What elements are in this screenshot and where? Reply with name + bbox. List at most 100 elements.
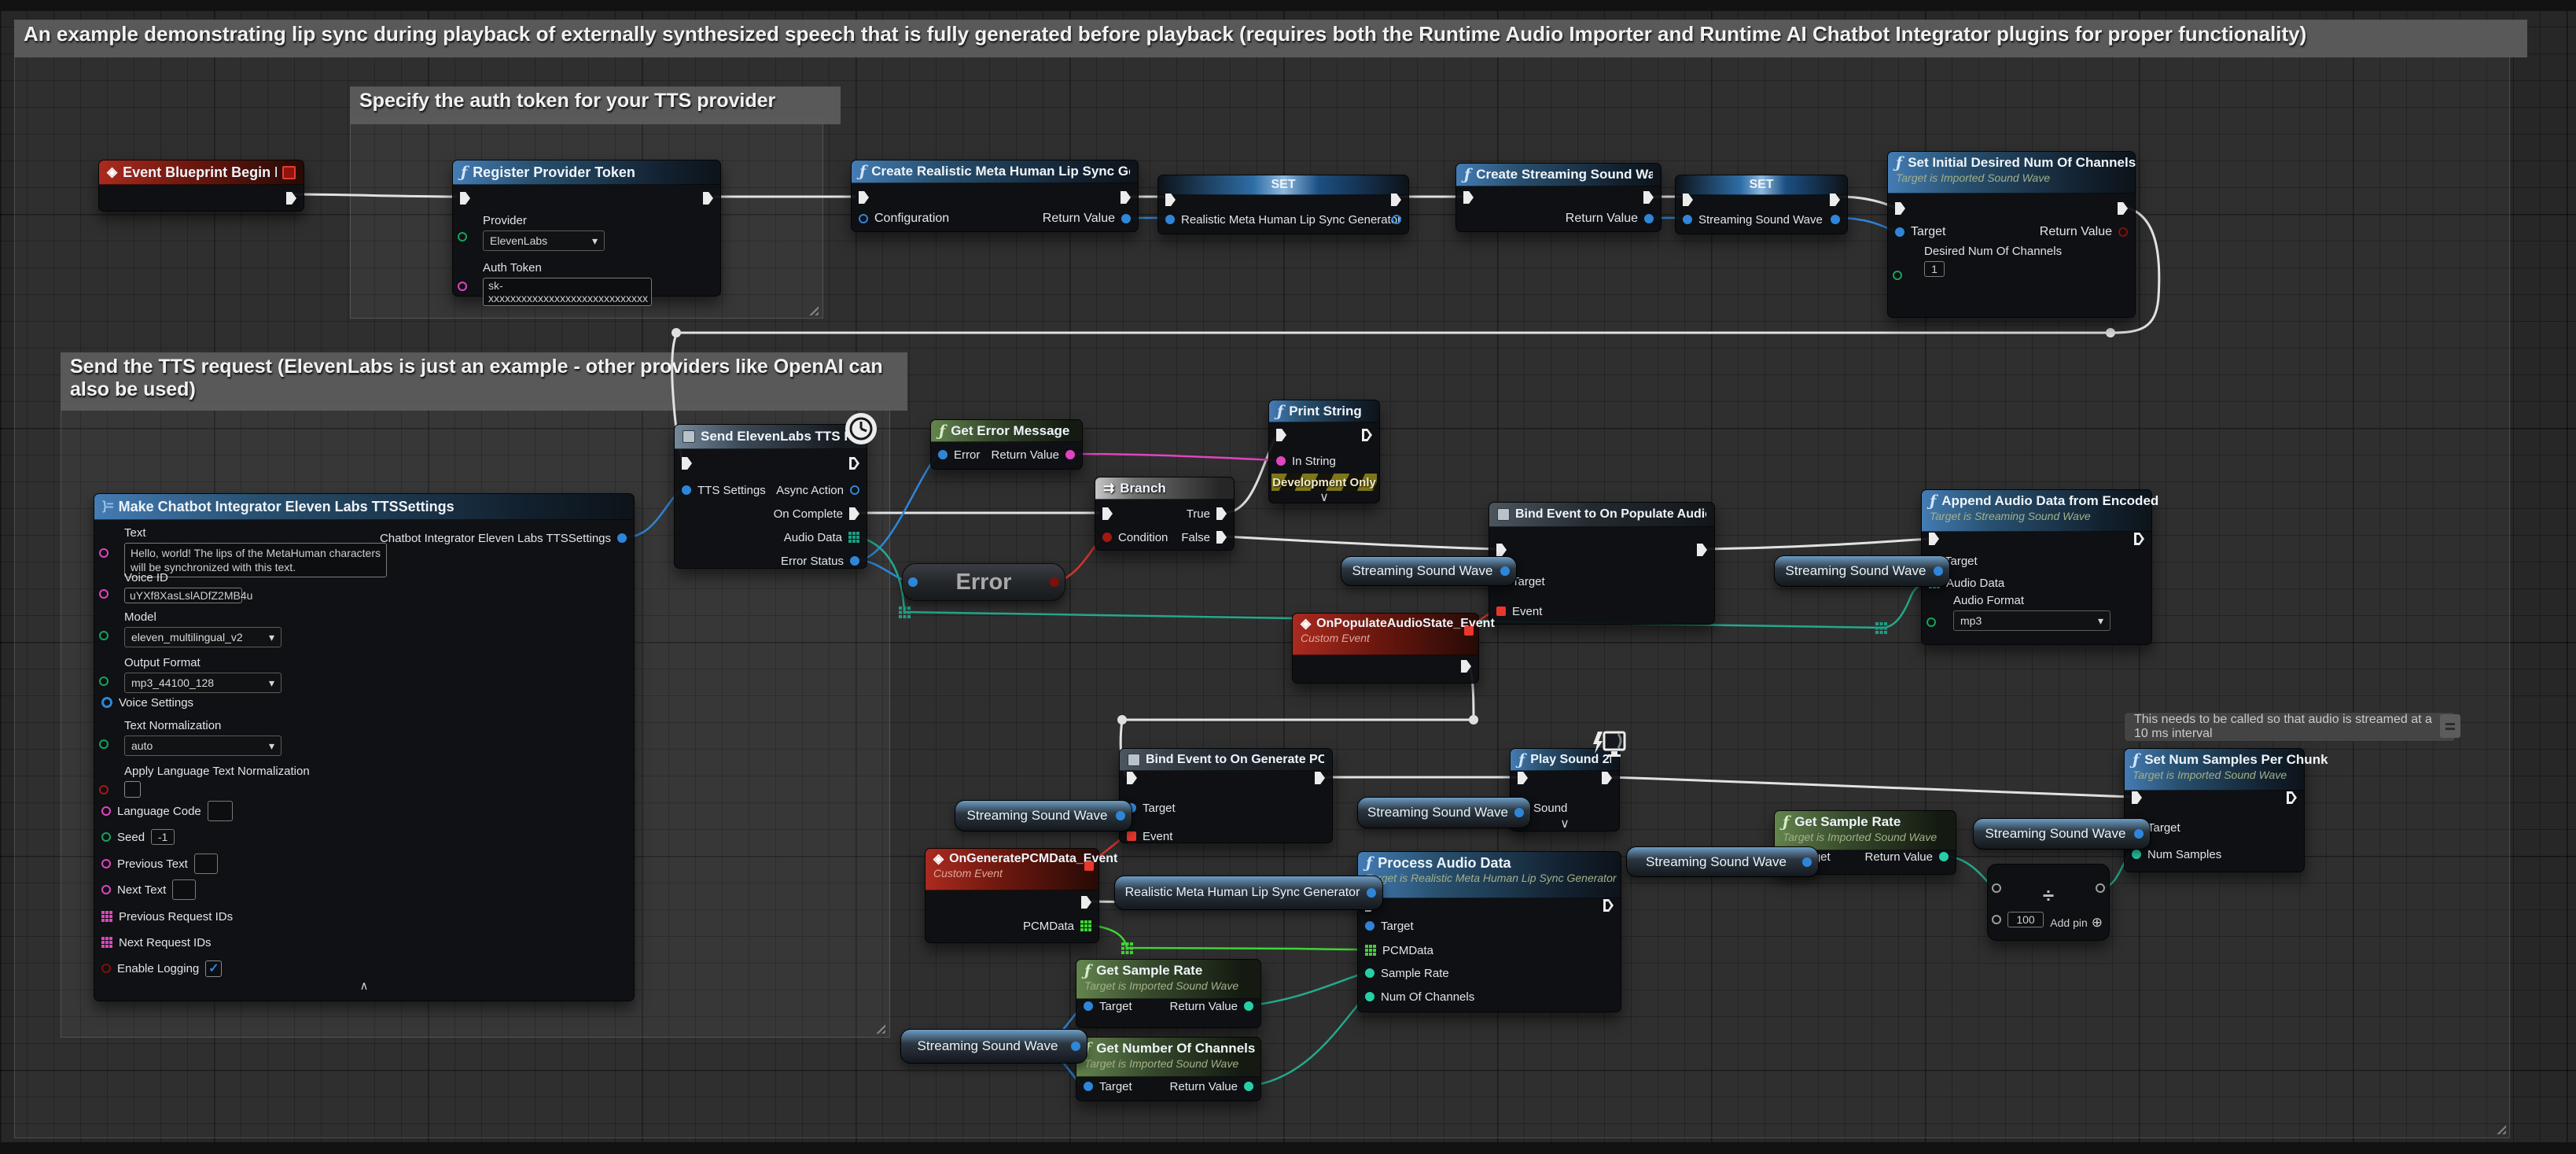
node-get-number-of-channels[interactable]: ƒGet Number Of ChannelsTarget is Importe… xyxy=(1076,1037,1261,1101)
collapse-chevron-icon[interactable]: ∧ xyxy=(94,982,634,991)
exec-out-pin[interactable] xyxy=(1362,429,1372,441)
output-pin[interactable] xyxy=(1831,215,1840,224)
voice-id-input[interactable]: uYXf8XasLslADfZ2MB4u xyxy=(124,588,242,603)
node-create-streaming-sound-wave[interactable]: ƒCreate Streaming Sound Wave Return Valu… xyxy=(1455,163,1662,232)
var-streaming-sound-wave[interactable]: Streaming Sound Wave xyxy=(1626,846,1819,877)
audio-format-dropdown[interactable]: mp3▾ xyxy=(1953,610,2110,631)
next-text-input[interactable] xyxy=(172,879,196,900)
return-value-pin[interactable] xyxy=(1121,214,1131,223)
var-streaming-sound-wave[interactable]: Streaming Sound Wave xyxy=(1973,818,2151,850)
event-delegate-pin[interactable] xyxy=(1127,831,1136,841)
node-append-audio-data[interactable]: ƒAppend Audio Data from EncodedTarget is… xyxy=(1921,489,2152,645)
exec-in-pin[interactable] xyxy=(1895,202,1905,215)
exec-in-pin[interactable] xyxy=(859,191,869,204)
return-value-pin[interactable] xyxy=(2118,227,2128,237)
enable-logging-pin[interactable] xyxy=(101,964,111,973)
node-set-initial-num-channels[interactable]: ƒSet Initial Desired Num Of ChannelsTarg… xyxy=(1887,151,2136,318)
exec-out-pin[interactable] xyxy=(1461,660,1471,673)
node-bind-populate-audio-state[interactable]: Bind Event to On Populate Audio State Ta… xyxy=(1489,502,1715,625)
error-pin[interactable] xyxy=(938,450,948,459)
var-streaming-sound-wave[interactable]: Streaming Sound Wave xyxy=(1341,556,1517,586)
output-format-pin[interactable] xyxy=(99,677,109,686)
var-realistic-generator[interactable]: Realistic Meta Human Lip Sync Generator xyxy=(1114,876,1383,910)
exec-in-pin[interactable] xyxy=(1276,429,1286,441)
model-pin[interactable] xyxy=(99,631,109,640)
exec-in-pin[interactable] xyxy=(1683,194,1693,206)
node-error-collapsed[interactable]: Error xyxy=(902,563,1065,601)
output-pin[interactable] xyxy=(1392,215,1401,224)
exec-in-pin[interactable] xyxy=(1463,191,1474,204)
target-pin[interactable] xyxy=(1084,1082,1093,1091)
exec-out-pin[interactable] xyxy=(2118,202,2128,215)
wire-exec-begin-register[interactable] xyxy=(294,194,457,197)
voice-settings-pin[interactable] xyxy=(101,697,112,708)
node-get-sample-rate-left[interactable]: ƒGet Sample RateTarget is Imported Sound… xyxy=(1076,959,1261,1028)
output-format-dropdown[interactable]: mp3_44100_128▾ xyxy=(124,673,282,693)
condition-pin[interactable] xyxy=(1102,533,1112,542)
voice-id-pin[interactable] xyxy=(99,589,109,599)
node-register-provider-token[interactable]: ƒRegister Provider Token Provider Eleven… xyxy=(452,160,721,297)
in-string-pin[interactable] xyxy=(1276,456,1286,466)
exec-out-pin[interactable] xyxy=(1643,191,1654,204)
false-exec-pin[interactable] xyxy=(1216,531,1227,544)
blueprint-graph-canvas[interactable]: An example demonstrating lip sync during… xyxy=(0,0,2576,1154)
exec-out-pin[interactable] xyxy=(1603,899,1614,912)
struct-out-pin[interactable] xyxy=(617,533,627,543)
error-out-pin[interactable] xyxy=(1050,577,1059,587)
exec-out-pin[interactable] xyxy=(2287,791,2297,804)
exec-in-pin[interactable] xyxy=(1929,533,1939,545)
node-bind-generate-pcmdata[interactable]: Bind Event to On Generate PCMData Target… xyxy=(1119,748,1333,843)
audio-format-pin[interactable] xyxy=(1926,618,1936,627)
apply-lang-pin[interactable] xyxy=(99,785,109,795)
target-pin[interactable] xyxy=(1895,227,1904,237)
node-set-num-samples-per-chunk[interactable]: ƒSet Num Samples Per ChunkTarget is Impo… xyxy=(2124,748,2305,872)
var-out-pin[interactable] xyxy=(1116,811,1125,820)
reroute-dot[interactable] xyxy=(1117,715,1127,724)
return-value-pin[interactable] xyxy=(1644,214,1654,223)
seed-pin[interactable] xyxy=(101,832,111,842)
reroute-dot[interactable] xyxy=(2106,328,2115,337)
language-code-pin[interactable] xyxy=(101,806,111,816)
node-branch[interactable]: ⇉Branch True Condition False xyxy=(1095,477,1235,551)
target-pin[interactable] xyxy=(1365,921,1374,931)
var-streaming-sound-wave[interactable]: Streaming Sound Wave xyxy=(900,1029,1087,1064)
wire-green-pcmdata[interactable] xyxy=(1090,925,1365,949)
num-samples-pin[interactable] xyxy=(2132,850,2141,859)
variable-pin[interactable] xyxy=(1683,215,1692,224)
exec-in-pin[interactable] xyxy=(1518,772,1528,784)
async-action-pin[interactable] xyxy=(850,485,859,495)
exec-in-pin[interactable] xyxy=(1165,194,1176,206)
node-create-lipsync-generator[interactable]: ƒCreate Realistic Meta Human Lip Sync Ge… xyxy=(851,160,1139,232)
wire-teal-numchannels-process[interactable] xyxy=(1252,997,1364,1086)
exec-out-pin[interactable] xyxy=(1121,191,1131,204)
node-get-error-message[interactable]: ƒGet Error Message Error Return Value xyxy=(930,419,1083,470)
divide-value-input[interactable]: 100 xyxy=(2007,912,2044,927)
provider-dropdown[interactable]: ElevenLabs▾ xyxy=(483,230,605,251)
node-comment-bubble[interactable]: This needs to be called so that audio is… xyxy=(2124,712,2456,742)
reroute-dot[interactable] xyxy=(1469,715,1478,724)
node-make-tts-settings[interactable]: }=Make Chatbot Integrator Eleven Labs TT… xyxy=(94,493,635,1001)
exec-out-pin[interactable] xyxy=(1081,896,1091,909)
auth-token-pin[interactable] xyxy=(458,282,467,291)
previous-text-pin[interactable] xyxy=(101,859,111,868)
var-out-pin[interactable] xyxy=(1071,1042,1080,1051)
var-streaming-sound-wave[interactable]: Streaming Sound Wave xyxy=(1774,555,1950,587)
node-onpopulate-custom-event[interactable]: ◈OnPopulateAudioState_EventCustom Event xyxy=(1292,613,1479,684)
tts-settings-pin[interactable] xyxy=(682,485,691,495)
next-request-ids-array-pin[interactable] xyxy=(101,937,112,948)
wire-teal-samplerate-process[interactable] xyxy=(1252,973,1364,1005)
node-print-string[interactable]: ƒPrint String In String Development Only… xyxy=(1268,400,1380,503)
pcmdata-array-pin[interactable] xyxy=(1365,945,1376,956)
next-text-pin[interactable] xyxy=(101,885,111,894)
previous-text-input[interactable] xyxy=(194,854,218,874)
return-value-pin[interactable] xyxy=(1244,1082,1253,1091)
add-pin-icon[interactable]: ⊕ xyxy=(2092,915,2103,931)
configuration-pin[interactable] xyxy=(859,214,868,223)
node-set-streaming-sound-wave[interactable]: SET Streaming Sound Wave xyxy=(1675,175,1848,234)
exec-out-pin[interactable] xyxy=(1697,544,1707,556)
variable-pin[interactable] xyxy=(1165,215,1175,224)
exec-in-pin[interactable] xyxy=(1496,544,1507,556)
desired-channels-input[interactable]: 1 xyxy=(1924,261,1945,277)
on-complete-exec-pin[interactable] xyxy=(849,507,859,520)
node-set-lipsync-generator[interactable]: SET Realistic Meta Human Lip Sync Genera… xyxy=(1157,175,1409,234)
